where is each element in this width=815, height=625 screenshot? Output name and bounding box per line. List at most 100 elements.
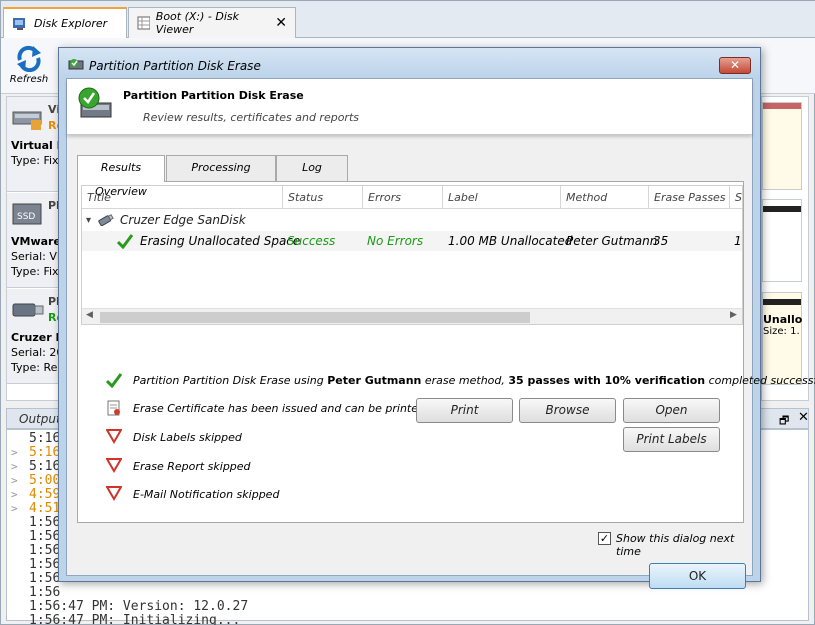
log-text: 1:56: [29, 557, 61, 572]
log-line: 1:56: [11, 544, 60, 558]
output-title: Output: [19, 412, 61, 426]
log-line: 1:56: [11, 572, 60, 586]
tab-results-overview[interactable]: Results Overview: [77, 155, 165, 198]
log-text: 5:00: [29, 473, 61, 488]
expand-arrow-icon[interactable]: >: [11, 502, 29, 516]
tab-disk-viewer[interactable]: Boot (X:) - Disk Viewer ✕: [128, 7, 296, 38]
column-header-st[interactable]: St: [730, 186, 742, 209]
log-line: >4:59: [11, 488, 60, 502]
tree-group-row[interactable]: Cruzer Edge SanDisk: [98, 211, 246, 229]
erase-icon: [68, 59, 84, 70]
ssd-icon: SSD: [12, 203, 42, 225]
summary-text: completed successfully: [708, 374, 815, 387]
ok-button[interactable]: OK: [649, 563, 746, 589]
success-check-icon: [106, 373, 122, 388]
disk-card-vmware[interactable]: SSD Ph VMware Serial: VM Type: Fix: [7, 193, 61, 288]
log-line: 1:56:47 PM: Initializing...: [11, 614, 240, 625]
tab-label: Results Overview: [95, 161, 147, 198]
scrollbar-thumb[interactable]: [100, 312, 530, 323]
scroll-right-icon[interactable]: ▶: [730, 310, 737, 320]
disk-title: Virtual Fi: [11, 139, 60, 152]
disk-card-cruzer[interactable]: Ph Re Cruzer E Serial: 20 Type: Re: [7, 289, 61, 384]
disk-type: Type: Fix: [11, 154, 59, 167]
close-icon[interactable]: ✕: [798, 410, 809, 425]
refresh-icon: [17, 45, 41, 72]
disk-title: Cruzer E: [11, 331, 61, 344]
print-button[interactable]: Print: [416, 398, 513, 423]
print-labels-button[interactable]: Print Labels: [623, 427, 720, 452]
expand-arrow-icon[interactable]: >: [11, 488, 29, 502]
show-dialog-checkbox[interactable]: ✓: [598, 532, 611, 545]
open-button[interactable]: Open: [623, 398, 720, 423]
log-text: 1:56: [29, 543, 61, 558]
tab-processing-attributes[interactable]: Processing Attributes: [166, 155, 276, 198]
partition-label: Unallo: [763, 313, 803, 326]
partition-box[interactable]: [762, 102, 802, 190]
column-header-status[interactable]: Status: [283, 186, 363, 209]
partition-map-panel: Unallo Size: 1.: [761, 96, 809, 401]
browse-button[interactable]: Browse: [519, 398, 616, 423]
column-header-erase-passes[interactable]: Erase Passes: [649, 186, 730, 209]
certificate-icon: [107, 400, 120, 416]
skipped-warning-icon: [106, 458, 122, 473]
show-dialog-label[interactable]: Show this dialog next time: [616, 532, 752, 558]
disk-serial: Serial: VM: [11, 250, 61, 263]
log-line: >5:00: [11, 474, 60, 488]
dialog-close-button[interactable]: ✕: [719, 57, 751, 74]
refresh-button[interactable]: Refresh: [7, 44, 51, 92]
log-text: 5:16: [29, 459, 61, 474]
disk-serial: Serial: 20: [11, 346, 61, 359]
summary-disk-labels: Disk Labels skipped: [133, 431, 242, 444]
column-header-method[interactable]: Method: [561, 186, 649, 209]
group-label: Cruzer Edge SanDisk: [120, 213, 246, 227]
partition-box[interactable]: [762, 199, 802, 282]
disk-viewer-icon: [137, 16, 150, 30]
log-text: 1:56: [29, 571, 61, 586]
tab-label: Disk Explorer: [34, 17, 108, 30]
horizontal-scrollbar[interactable]: ◀ ▶: [82, 308, 742, 324]
log-text: 1:56:47 PM: Version: 12.0.27: [29, 599, 249, 614]
log-line: 1:56: [11, 558, 60, 572]
cell-method: Peter Gutmann: [566, 234, 658, 248]
disk-explorer-icon: [13, 17, 25, 30]
tab-log[interactable]: Log: [276, 155, 348, 181]
log-line: 1:56: [11, 530, 60, 544]
partition-size: Size: 1.: [763, 326, 800, 337]
column-header-label[interactable]: Label: [443, 186, 561, 209]
usb-drive-icon: [98, 214, 114, 226]
expand-arrow-icon[interactable]: >: [11, 446, 29, 460]
summary-email: E-Mail Notification skipped: [133, 488, 280, 501]
tab-disk-explorer[interactable]: Disk Explorer: [3, 7, 127, 38]
table-row[interactable]: Erasing Unallocated Space Success No Err…: [82, 231, 742, 251]
disk-type: Type: Re: [11, 361, 58, 374]
column-header-errors[interactable]: Errors: [363, 186, 443, 209]
disk-card-virtual[interactable]: Vi Re Virtual Fi Type: Fix: [7, 97, 60, 192]
disk-list: Vi Re Virtual Fi Type: Fix SSD Ph VMware…: [6, 96, 61, 401]
log-text: 4:59: [29, 487, 61, 502]
expand-arrow-icon[interactable]: >: [11, 460, 29, 474]
erase-results-dialog: Partition Partition Disk Erase ✕ Partiti…: [58, 47, 815, 589]
log-text: 1:56: [29, 585, 61, 600]
log-line: 1:56: [11, 516, 60, 530]
expand-arrow-icon[interactable]: >: [11, 474, 29, 488]
dialog-subheading: Review results, certificates and reports: [143, 111, 359, 124]
collapse-arrow-icon[interactable]: ▾: [86, 215, 91, 226]
close-icon[interactable]: ✕: [275, 15, 287, 31]
log-line: >5:16: [11, 460, 60, 474]
document-tab-bar: Disk Explorer Boot (X:) - Disk Viewer ✕: [1, 1, 815, 38]
skipped-warning-icon: [106, 486, 122, 501]
dialog-client: Partition Partition Disk Erase Review re…: [66, 78, 815, 589]
svg-text:SSD: SSD: [17, 212, 35, 222]
log-line: 1:56:47 PM: Version: 12.0.27: [11, 600, 248, 614]
log-text: 5:16: [29, 431, 61, 446]
results-table: Title Status Errors Label Method Erase P…: [81, 185, 743, 325]
disk-title: VMware: [11, 235, 61, 248]
results-overview-page: Title Status Errors Label Method Erase P…: [77, 181, 815, 523]
summary-completed: Partition Partition Disk Erase using Pet…: [133, 372, 815, 390]
cell-st: 16: [734, 234, 742, 248]
scroll-left-icon[interactable]: ◀: [86, 310, 93, 320]
usb-drive-icon: [12, 303, 44, 317]
log-text: 5:16: [29, 445, 61, 460]
tab-label: Log: [302, 161, 322, 174]
success-check-icon: [117, 234, 133, 249]
